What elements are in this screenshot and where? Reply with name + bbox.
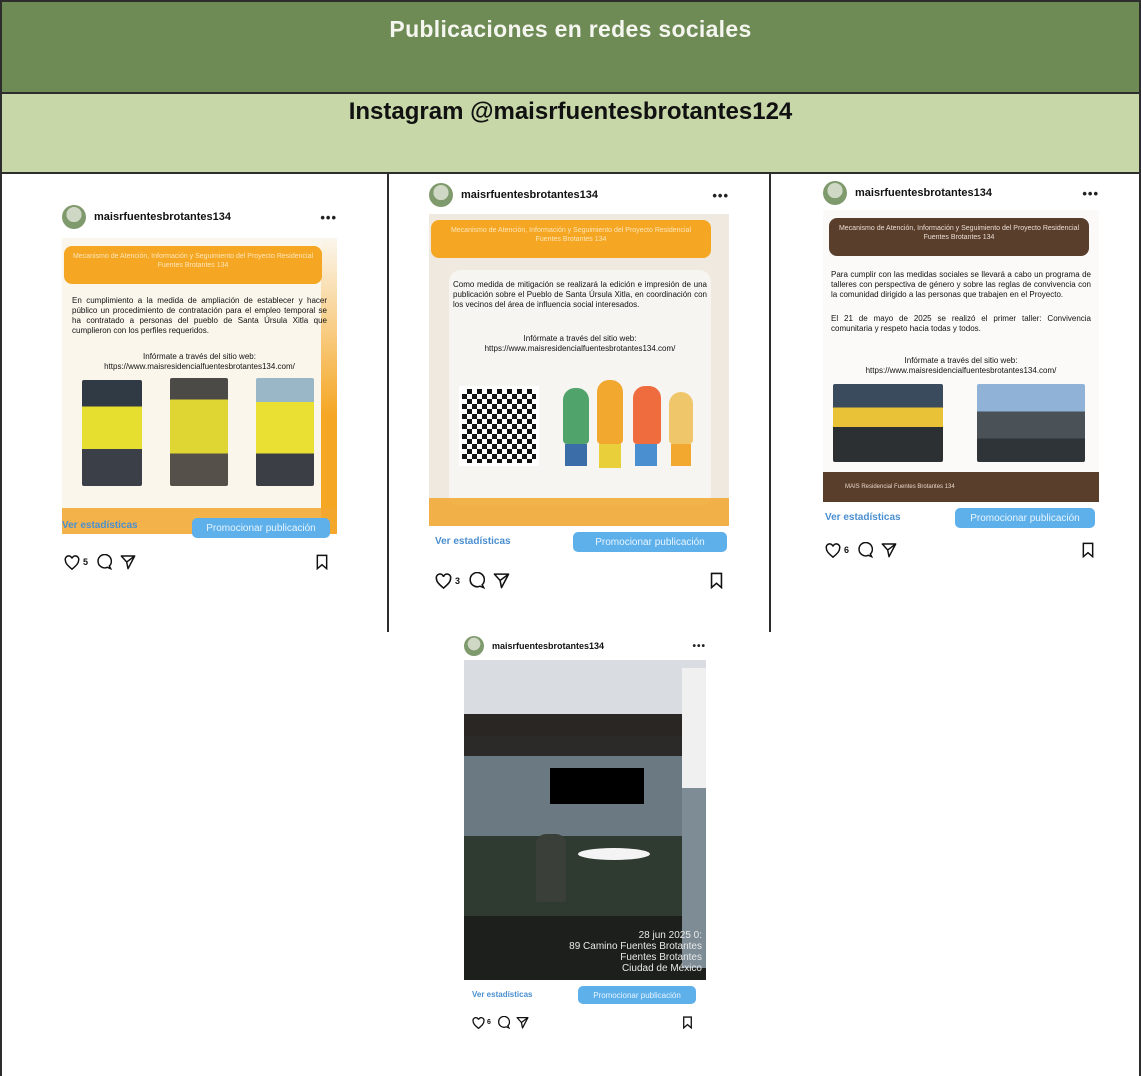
- view-stats-link[interactable]: Ver estadísticas: [472, 990, 532, 999]
- comment-icon[interactable]: [857, 542, 874, 558]
- comment-icon[interactable]: [96, 554, 113, 570]
- post-header: maisrfuentesbrotantes134 •••: [62, 202, 337, 232]
- grid-cell-post-2: maisrfuentesbrotantes134 ••• Mecanismo d…: [387, 174, 771, 634]
- tent-canopy: [464, 714, 706, 736]
- like-icon[interactable]: [435, 572, 452, 589]
- white-table: [578, 848, 650, 860]
- post-body-text: Como medida de mitigación se realizará l…: [453, 280, 707, 309]
- account-avatar: [464, 636, 484, 656]
- post-image: Mecanismo de Atención, Información y Seg…: [62, 238, 337, 534]
- promote-post-button[interactable]: Promocionar publicación: [578, 986, 696, 1004]
- grid-cell-post-3: maisrfuentesbrotantes134 ••• Mecanismo d…: [769, 174, 1141, 634]
- post-body-text: En cumplimiento a la medida de ampliació…: [72, 296, 327, 335]
- view-stats-link[interactable]: Ver estadísticas: [825, 512, 901, 523]
- info-label: Infórmate a través del sitio web:: [904, 356, 1018, 365]
- share-icon[interactable]: [493, 572, 510, 589]
- document-page: Publicaciones en redes sociales Instagra…: [0, 0, 1141, 1076]
- bookmark-icon[interactable]: [709, 572, 724, 589]
- comment-icon[interactable]: [497, 1016, 510, 1029]
- info-url: https://www.maisresidencialfuentesbrotan…: [484, 344, 676, 353]
- account-avatar: [62, 205, 86, 229]
- bookmark-icon[interactable]: [315, 554, 329, 570]
- decorative-stripe: [321, 238, 337, 534]
- worker-photo-3: [256, 378, 314, 486]
- post-banner: Mecanismo de Atención, Información y Seg…: [64, 246, 322, 284]
- post-actions: 3: [435, 572, 510, 589]
- post-username[interactable]: maisrfuentesbrotantes134: [94, 211, 231, 223]
- info-label: Infórmate a través del sitio web:: [523, 334, 637, 343]
- stamp-address: 89 Camino Fuentes Brotantes: [569, 941, 702, 952]
- comment-icon[interactable]: [468, 572, 486, 589]
- instagram-account-title: Instagram @maisrfuentesbrotantes124: [348, 98, 793, 125]
- grid-cell-post-1: maisrfuentesbrotantes134 ••• Mecanismo d…: [0, 174, 389, 634]
- post-actions: 6: [472, 1016, 529, 1029]
- workshop-photo-1: [833, 384, 943, 462]
- section-title-band: Publicaciones en redes sociales: [0, 0, 1141, 92]
- workshop-photo-2: [977, 384, 1085, 462]
- instagram-post-4: maisrfuentesbrotantes134 ••• 28 jun 2025…: [464, 634, 706, 1034]
- worker-photo-1: [82, 380, 142, 486]
- post-header: maisrfuentesbrotantes134 •••: [464, 634, 706, 658]
- share-icon[interactable]: [881, 542, 897, 558]
- like-count: 6: [844, 545, 850, 555]
- instagram-post-1: maisrfuentesbrotantes134 ••• Mecanismo d…: [62, 202, 337, 592]
- bookmark-icon[interactable]: [682, 1016, 693, 1029]
- stamp-neighborhood: Fuentes Brotantes: [620, 952, 702, 963]
- post-footer-bar: [429, 498, 729, 526]
- redaction-box: [550, 768, 644, 804]
- people-illustration: [557, 364, 703, 474]
- post-image: Mecanismo de Atención, Información y Seg…: [823, 210, 1099, 502]
- photo-timestamp-stamp: 28 jun 2025 0: 89 Camino Fuentes Brotant…: [569, 930, 702, 974]
- footer-facebook-text: MAIS Residencial Fuentes Brotantes 134: [845, 484, 955, 490]
- more-options-icon[interactable]: •••: [712, 188, 729, 203]
- view-stats-link[interactable]: Ver estadísticas: [435, 536, 511, 547]
- post-body-text-2: El 21 de mayo de 2025 se realizó el prim…: [831, 314, 1091, 333]
- stamp-date: 28 jun 2025 0:: [638, 930, 702, 941]
- like-count: 6: [487, 1019, 491, 1026]
- promote-post-button[interactable]: Promocionar publicación: [192, 518, 330, 538]
- post-username[interactable]: maisrfuentesbrotantes134: [461, 189, 598, 201]
- like-count: 5: [83, 557, 89, 567]
- post-photo: 28 jun 2025 0: 89 Camino Fuentes Brotant…: [464, 660, 706, 980]
- view-stats-link[interactable]: Ver estadísticas: [62, 520, 138, 531]
- grid-cell-post-4: maisrfuentesbrotantes134 ••• 28 jun 2025…: [0, 632, 1141, 1076]
- post-actions: 6: [825, 542, 897, 558]
- more-options-icon[interactable]: •••: [1082, 186, 1099, 201]
- promote-post-button[interactable]: Promocionar publicación: [573, 532, 727, 552]
- bookmark-icon[interactable]: [1081, 542, 1095, 558]
- banner-edge: [682, 668, 706, 968]
- post-body-text: Para cumplir con las medidas sociales se…: [831, 270, 1091, 299]
- post-banner: Mecanismo de Atención, Información y Seg…: [829, 218, 1089, 256]
- post-header: maisrfuentesbrotantes134 •••: [823, 178, 1099, 208]
- person-silhouette: [536, 834, 566, 902]
- instagram-post-2: maisrfuentesbrotantes134 ••• Mecanismo d…: [429, 180, 729, 600]
- promote-post-button[interactable]: Promocionar publicación: [955, 508, 1095, 528]
- subsection-title-band: Instagram @maisrfuentesbrotantes124: [0, 92, 1141, 174]
- account-avatar: [429, 183, 453, 207]
- like-icon[interactable]: [472, 1016, 485, 1029]
- account-avatar: [823, 181, 847, 205]
- info-url: https://www.maisresidencialfuentesbrotan…: [865, 366, 1057, 375]
- section-title: Publicaciones en redes sociales: [389, 16, 752, 42]
- post-username[interactable]: maisrfuentesbrotantes134: [855, 187, 992, 199]
- more-options-icon[interactable]: •••: [692, 641, 706, 652]
- post-image: Mecanismo de Atención, Información y Seg…: [429, 214, 729, 526]
- info-label: Infórmate a través del sitio web:: [143, 352, 256, 361]
- like-icon[interactable]: [825, 542, 841, 558]
- share-icon[interactable]: [120, 554, 136, 570]
- share-icon[interactable]: [516, 1016, 529, 1029]
- like-count: 3: [455, 575, 461, 586]
- instagram-post-3: maisrfuentesbrotantes134 ••• Mecanismo d…: [823, 178, 1099, 568]
- post-header: maisrfuentesbrotantes134 •••: [429, 180, 729, 210]
- qr-code: [459, 386, 539, 466]
- post-actions: 5: [64, 554, 136, 570]
- like-icon[interactable]: [64, 554, 80, 570]
- post-username[interactable]: maisrfuentesbrotantes134: [492, 641, 604, 651]
- more-options-icon[interactable]: •••: [320, 210, 337, 225]
- stamp-city: Ciudad de México: [621, 963, 702, 974]
- worker-photo-2: [170, 378, 228, 486]
- post-banner: Mecanismo de Atención, Información y Seg…: [431, 220, 711, 258]
- info-url: https://www.maisresidencialfuentesbrotan…: [104, 362, 295, 371]
